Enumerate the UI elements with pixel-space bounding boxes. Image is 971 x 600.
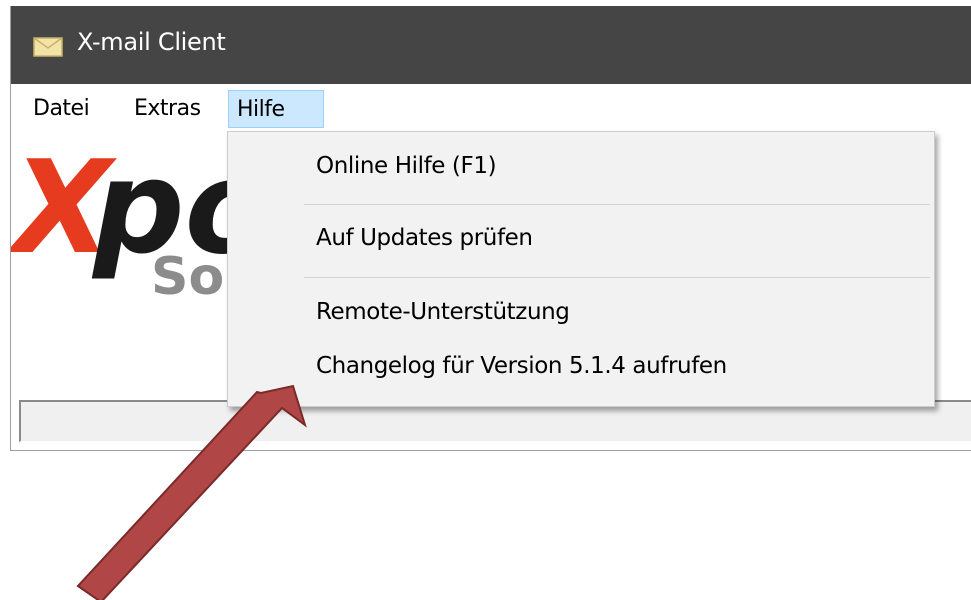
menu-separator: [304, 204, 930, 205]
title-bar[interactable]: X-mail Client: [11, 6, 971, 84]
menu-item-changelog[interactable]: Changelog für Version 5.1.4 aufrufen: [316, 353, 727, 379]
menu-hilfe[interactable]: Hilfe: [228, 90, 324, 128]
window-title: X-mail Client: [77, 28, 226, 56]
envelope-icon: [33, 37, 63, 57]
menu-item-remote-support[interactable]: Remote-Unterstützung: [316, 299, 570, 325]
logo-so-letters: So: [151, 247, 224, 304]
menu-item-check-updates[interactable]: Auf Updates prüfen: [316, 225, 533, 251]
menu-datei[interactable]: Datei: [25, 90, 97, 128]
menu-item-online-help[interactable]: Online Hilfe (F1): [316, 153, 497, 179]
help-dropdown-menu: Online Hilfe (F1) Auf Updates prüfen Rem…: [227, 131, 935, 407]
menu-bar: Datei Extras Hilfe: [11, 84, 971, 134]
company-logo: X po So: [11, 134, 241, 304]
menu-separator: [304, 277, 930, 278]
menu-extras[interactable]: Extras: [126, 90, 209, 128]
